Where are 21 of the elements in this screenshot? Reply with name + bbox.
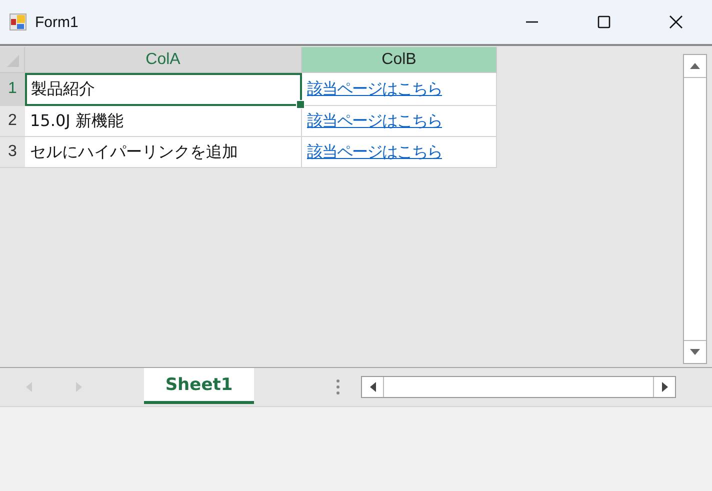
horizontal-scrollbar[interactable] xyxy=(361,376,676,398)
down-triangle-icon xyxy=(689,348,701,356)
up-triangle-icon xyxy=(689,62,701,70)
row-header[interactable]: 1 xyxy=(0,73,25,106)
app-icon xyxy=(9,13,27,31)
active-cell[interactable]: 製品紹介 xyxy=(25,73,302,106)
splitter-handle-icon[interactable] xyxy=(336,379,340,395)
minimize-icon xyxy=(526,21,538,23)
right-triangle-icon xyxy=(660,381,668,393)
column-header[interactable]: ColB xyxy=(302,47,497,73)
cell-text: 製品紹介 xyxy=(31,79,95,100)
fill-handle[interactable] xyxy=(296,100,305,109)
sheet-tab[interactable]: Sheet1 xyxy=(144,368,254,404)
column-header[interactable]: ColA xyxy=(25,47,302,73)
left-triangle-icon xyxy=(368,381,376,393)
cell-text: セルにハイパーリンクを追加 xyxy=(30,142,238,162)
window-title: Form1 xyxy=(35,14,78,30)
vertical-scrollbar[interactable] xyxy=(683,54,707,364)
close-icon xyxy=(668,14,684,30)
maximize-icon xyxy=(596,14,612,30)
cell-text: 15.0J 新機能 xyxy=(30,110,124,132)
